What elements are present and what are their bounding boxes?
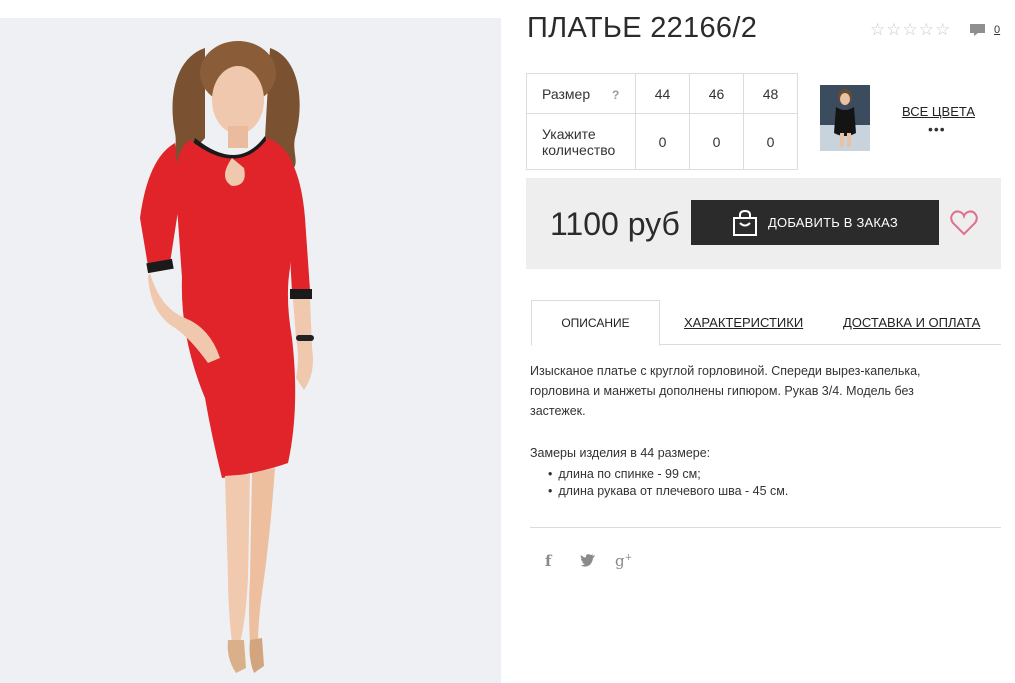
- size-label-cell: Размер ?: [526, 73, 636, 114]
- buy-box: 1100 руб ДОБАВИТЬ В ЗАКАЗ: [526, 178, 1001, 269]
- product-price: 1100 руб: [550, 206, 680, 242]
- shopping-bag-icon: [733, 209, 758, 236]
- size-quantity-table: Размер ? 44 46 48 Укажите количество 0 0…: [526, 73, 798, 170]
- size-option-48: 48: [743, 73, 798, 114]
- googleplus-plus: +: [624, 553, 633, 563]
- twitter-icon[interactable]: [580, 553, 596, 567]
- measures-list: длина по спинке - 99 см; длина рукава от…: [548, 466, 788, 500]
- all-colors-link[interactable]: ВСЕ ЦВЕТА: [902, 104, 975, 119]
- star-icon[interactable]: ☆: [935, 20, 950, 40]
- product-photo[interactable]: [0, 18, 501, 683]
- quantity-label: Укажите количество: [526, 113, 636, 170]
- size-option-46: 46: [689, 73, 744, 114]
- star-icon[interactable]: ☆: [870, 20, 885, 40]
- more-colors-icon[interactable]: •••: [928, 121, 946, 137]
- comment-icon[interactable]: [969, 23, 986, 37]
- product-tabs: ОПИСАНИЕ ХАРАКТЕРИСТИКИ ДОСТАВКА И ОПЛАТ…: [531, 300, 1001, 346]
- size-row: Размер ? 44 46 48: [526, 73, 798, 114]
- size-label: Размер: [542, 85, 591, 102]
- add-to-order-label: ДОБАВИТЬ В ЗАКАЗ: [768, 215, 898, 230]
- googleplus-letter: g: [615, 552, 625, 570]
- star-icon[interactable]: ☆: [886, 20, 901, 40]
- dress-model-image: [0, 18, 501, 683]
- tab-characteristics[interactable]: ХАРАКТЕРИСТИКИ: [684, 300, 803, 345]
- list-item: длина по спинке - 99 см;: [548, 466, 788, 483]
- quantity-input-44[interactable]: 0: [635, 113, 690, 170]
- comment-count-link[interactable]: 0: [994, 24, 1000, 36]
- googleplus-icon[interactable]: g+: [615, 552, 632, 570]
- quantity-input-48[interactable]: 0: [743, 113, 798, 170]
- quantity-row: Укажите количество 0 0 0: [526, 113, 798, 170]
- measures-title: Замеры изделия в 44 размере:: [530, 446, 711, 460]
- rating-stars[interactable]: ☆ ☆ ☆ ☆ ☆: [870, 20, 950, 40]
- tab-description[interactable]: ОПИСАНИЕ: [531, 300, 660, 346]
- star-icon[interactable]: ☆: [903, 20, 918, 40]
- size-option-44: 44: [635, 73, 690, 114]
- heart-icon[interactable]: [950, 210, 978, 236]
- quantity-input-46[interactable]: 0: [689, 113, 744, 170]
- add-to-order-button[interactable]: ДОБАВИТЬ В ЗАКАЗ: [691, 200, 939, 245]
- facebook-icon[interactable]: f: [545, 552, 551, 570]
- list-item: длина рукава от плечевого шва - 45 см.: [548, 483, 788, 500]
- divider: [530, 527, 1001, 528]
- size-help-icon[interactable]: ?: [612, 88, 619, 102]
- product-title: ПЛАТЬЕ 22166/2: [527, 12, 758, 44]
- color-variant-thumbnail[interactable]: [820, 85, 870, 151]
- star-icon[interactable]: ☆: [919, 20, 934, 40]
- tab-delivery-payment[interactable]: ДОСТАВКА И ОПЛАТА: [843, 300, 980, 345]
- product-description: Изысканое платье с круглой горловиной. С…: [530, 364, 921, 418]
